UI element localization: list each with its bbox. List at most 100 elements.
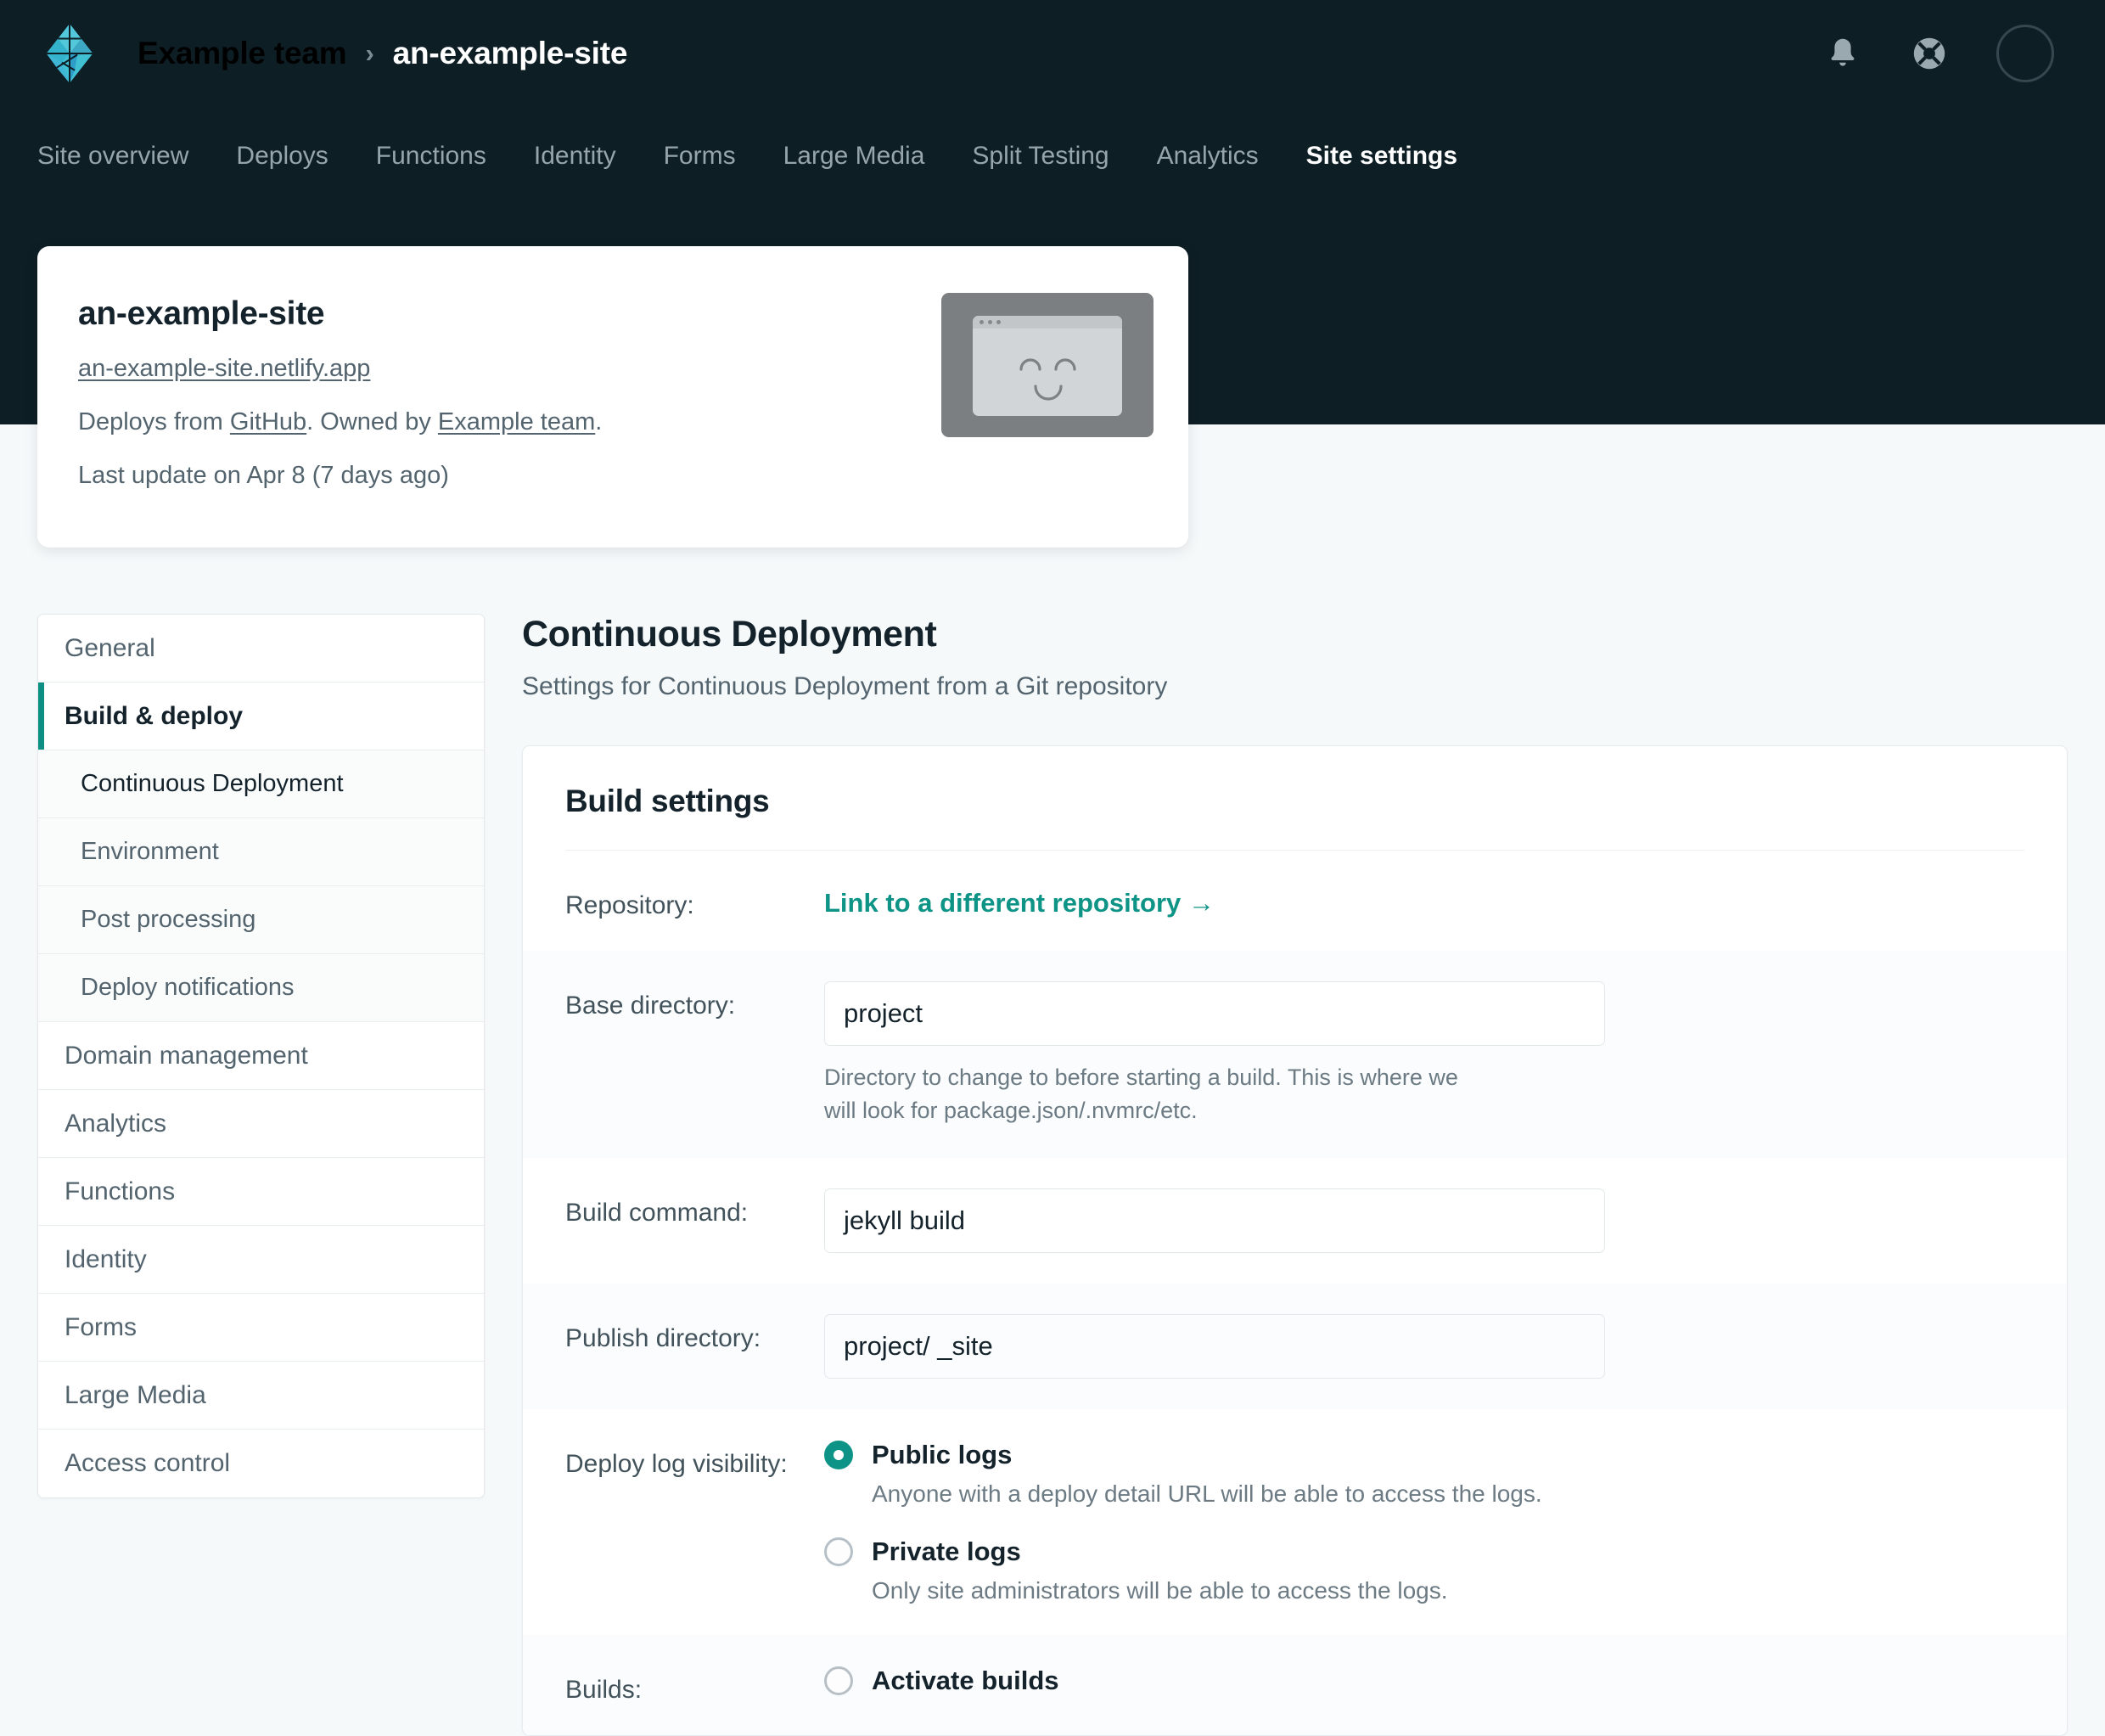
radio-private-logs-icon[interactable] (824, 1537, 853, 1567)
row-repository: Repository: Link to a different reposito… (523, 851, 2067, 951)
row-build-command: Build command: jekyll build (523, 1158, 2067, 1284)
row-builds: Builds: Activate builds (523, 1635, 2067, 1736)
thumbnail-dot (996, 320, 1001, 324)
owned-by-text: . Owned by (306, 408, 438, 435)
sidebar-item-label: Continuous Deployment (81, 770, 344, 797)
sidebar-item-label: Post processing (81, 906, 256, 933)
radio-public-logs-icon[interactable] (824, 1441, 853, 1470)
netlify-diamond-logo-icon[interactable] (37, 21, 102, 86)
row-label-publish-directory: Publish directory: (565, 1324, 761, 1353)
link-to-different-repository-button[interactable]: Link to a different repository → (824, 881, 1215, 919)
sidebar-item-label: Build & deploy (65, 701, 243, 730)
panel-header: Build settings (523, 746, 2067, 850)
deploys-prefix-text: Deploys from (78, 408, 230, 435)
breadcrumb-separator-icon: › (365, 37, 374, 68)
sidebar-item-identity[interactable]: Identity (38, 1226, 484, 1294)
sidebar-item-build-and-deploy[interactable]: Build & deploy (38, 683, 484, 750)
smiley-face-icon (1019, 358, 1076, 401)
sidebar-item-label: Access control (65, 1449, 231, 1477)
sidebar-item-large-media[interactable]: Large Media (38, 1362, 484, 1430)
sidebar-item-forms[interactable]: Forms (38, 1294, 484, 1362)
sidebar-item-label: Domain management (65, 1041, 308, 1070)
thumbnail-dot (980, 320, 984, 324)
owner-team-link[interactable]: Example team (438, 408, 595, 435)
row-body-publish-directory: project/ _site (824, 1314, 2024, 1379)
sidebar-item-label: Functions (65, 1177, 176, 1205)
header-top-row: Example team › an-example-site (0, 0, 2105, 106)
radio-help-public-logs: Anyone with a deploy detail URL will be … (872, 1480, 1542, 1508)
sidebar-item-general[interactable]: General (38, 615, 484, 683)
thumbnail-dot (988, 320, 992, 324)
breadcrumb-site[interactable]: an-example-site (393, 36, 628, 71)
site-url-link[interactable]: an-example-site.netlify.app (78, 355, 370, 383)
sidebar-item-domain-management[interactable]: Domain management (38, 1022, 484, 1090)
site-summary-card: an-example-site an-example-site.netlify.… (37, 246, 1188, 548)
panel-title: Build settings (565, 784, 770, 818)
row-label-deploy-log-visibility: Deploy log visibility: (565, 1450, 788, 1479)
sidebar-item-environment[interactable]: Environment (38, 818, 484, 886)
tab-split-testing[interactable]: Split Testing (948, 136, 1132, 177)
tab-large-media[interactable]: Large Media (760, 136, 949, 177)
page-subtitle: Settings for Continuous Deployment from … (522, 672, 1168, 700)
sidebar-item-access-control[interactable]: Access control (38, 1430, 484, 1497)
sidebar-item-label: Large Media (65, 1380, 206, 1409)
build-command-input[interactable]: jekyll build (824, 1188, 1605, 1254)
life-ring-icon[interactable] (1910, 34, 1949, 73)
sidebar-item-analytics[interactable]: Analytics (38, 1090, 484, 1158)
sidebar-item-label: Environment (81, 838, 219, 865)
tab-identity[interactable]: Identity (510, 136, 640, 177)
row-label-builds: Builds: (565, 1676, 643, 1705)
owned-suffix-text: . (595, 408, 603, 435)
row-label-repository: Repository: (565, 891, 694, 919)
sidebar-item-label: Identity (65, 1244, 147, 1273)
sidebar-item-deploy-notifications[interactable]: Deploy notifications (38, 954, 484, 1022)
radio-help-private-logs: Only site administrators will be able to… (872, 1577, 1448, 1604)
breadcrumb-team[interactable]: Example team (138, 36, 347, 71)
radio-activate-builds-icon[interactable] (824, 1666, 853, 1696)
row-body-repository: Link to a different repository → (824, 881, 2024, 919)
smiley-browser-placeholder-icon (973, 316, 1122, 416)
tab-forms[interactable]: Forms (640, 136, 760, 177)
site-nav-tabs: Site overview Deploys Functions Identity… (37, 136, 1481, 177)
tab-site-overview[interactable]: Site overview (37, 136, 212, 177)
radio-option-private-logs[interactable]: Private logs (824, 1537, 2024, 1567)
row-label-build-command: Build command: (565, 1199, 749, 1228)
row-base-directory: Base directory: project Directory to cha… (523, 951, 2067, 1159)
site-last-update: Last update on Apr 8 (7 days ago) (78, 462, 449, 489)
sidebar-item-functions[interactable]: Functions (38, 1158, 484, 1226)
row-deploy-log-visibility: Deploy log visibility: Public logs Anyon… (523, 1409, 2067, 1636)
settings-main: Continuous Deployment Settings for Conti… (522, 614, 2068, 1736)
row-body-base-directory: project Directory to change to before st… (824, 981, 2024, 1127)
row-label-base-directory: Base directory: (565, 992, 736, 1020)
header-actions (1823, 24, 2054, 82)
sidebar-item-label: Forms (65, 1312, 137, 1341)
radio-label-public-logs: Public logs (872, 1440, 1013, 1470)
tab-functions[interactable]: Functions (352, 136, 510, 177)
avatar[interactable] (1996, 24, 2054, 82)
base-directory-input[interactable]: project (824, 981, 1605, 1046)
row-body-builds: Activate builds (824, 1666, 2024, 1696)
sidebar-item-post-processing[interactable]: Post processing (38, 886, 484, 954)
sidebar-item-label: Analytics (65, 1109, 167, 1138)
sidebar-item-continuous-deployment[interactable]: Continuous Deployment (38, 750, 484, 818)
radio-option-activate-builds[interactable]: Activate builds (824, 1666, 2024, 1696)
radio-label-private-logs: Private logs (872, 1537, 1021, 1567)
sidebar-item-label: Deploy notifications (81, 974, 295, 1001)
thumbnail-titlebar (973, 316, 1122, 329)
row-body-build-command: jekyll build (824, 1188, 2024, 1254)
bell-icon[interactable] (1823, 34, 1862, 73)
publish-directory-input[interactable]: project/ _site (824, 1314, 1605, 1379)
tab-deploys[interactable]: Deploys (212, 136, 351, 177)
settings-sidebar: General Build & deploy Continuous Deploy… (37, 614, 485, 1498)
row-body-deploy-log-visibility: Public logs Anyone with a deploy detail … (824, 1440, 2024, 1604)
sidebar-item-label: General (65, 633, 155, 662)
tab-site-settings[interactable]: Site settings (1283, 136, 1481, 177)
build-settings-panel: Build settings Repository: Link to a dif… (522, 745, 2068, 1736)
site-preview-thumbnail[interactable] (941, 293, 1154, 437)
tab-analytics[interactable]: Analytics (1133, 136, 1283, 177)
radio-option-public-logs[interactable]: Public logs (824, 1440, 2024, 1470)
base-directory-help-text: Directory to change to before starting a… (824, 1065, 1458, 1124)
page-title: Continuous Deployment (522, 614, 937, 655)
deploy-source-link[interactable]: GitHub (230, 408, 306, 435)
row-publish-directory: Publish directory: project/ _site (523, 1284, 2067, 1410)
